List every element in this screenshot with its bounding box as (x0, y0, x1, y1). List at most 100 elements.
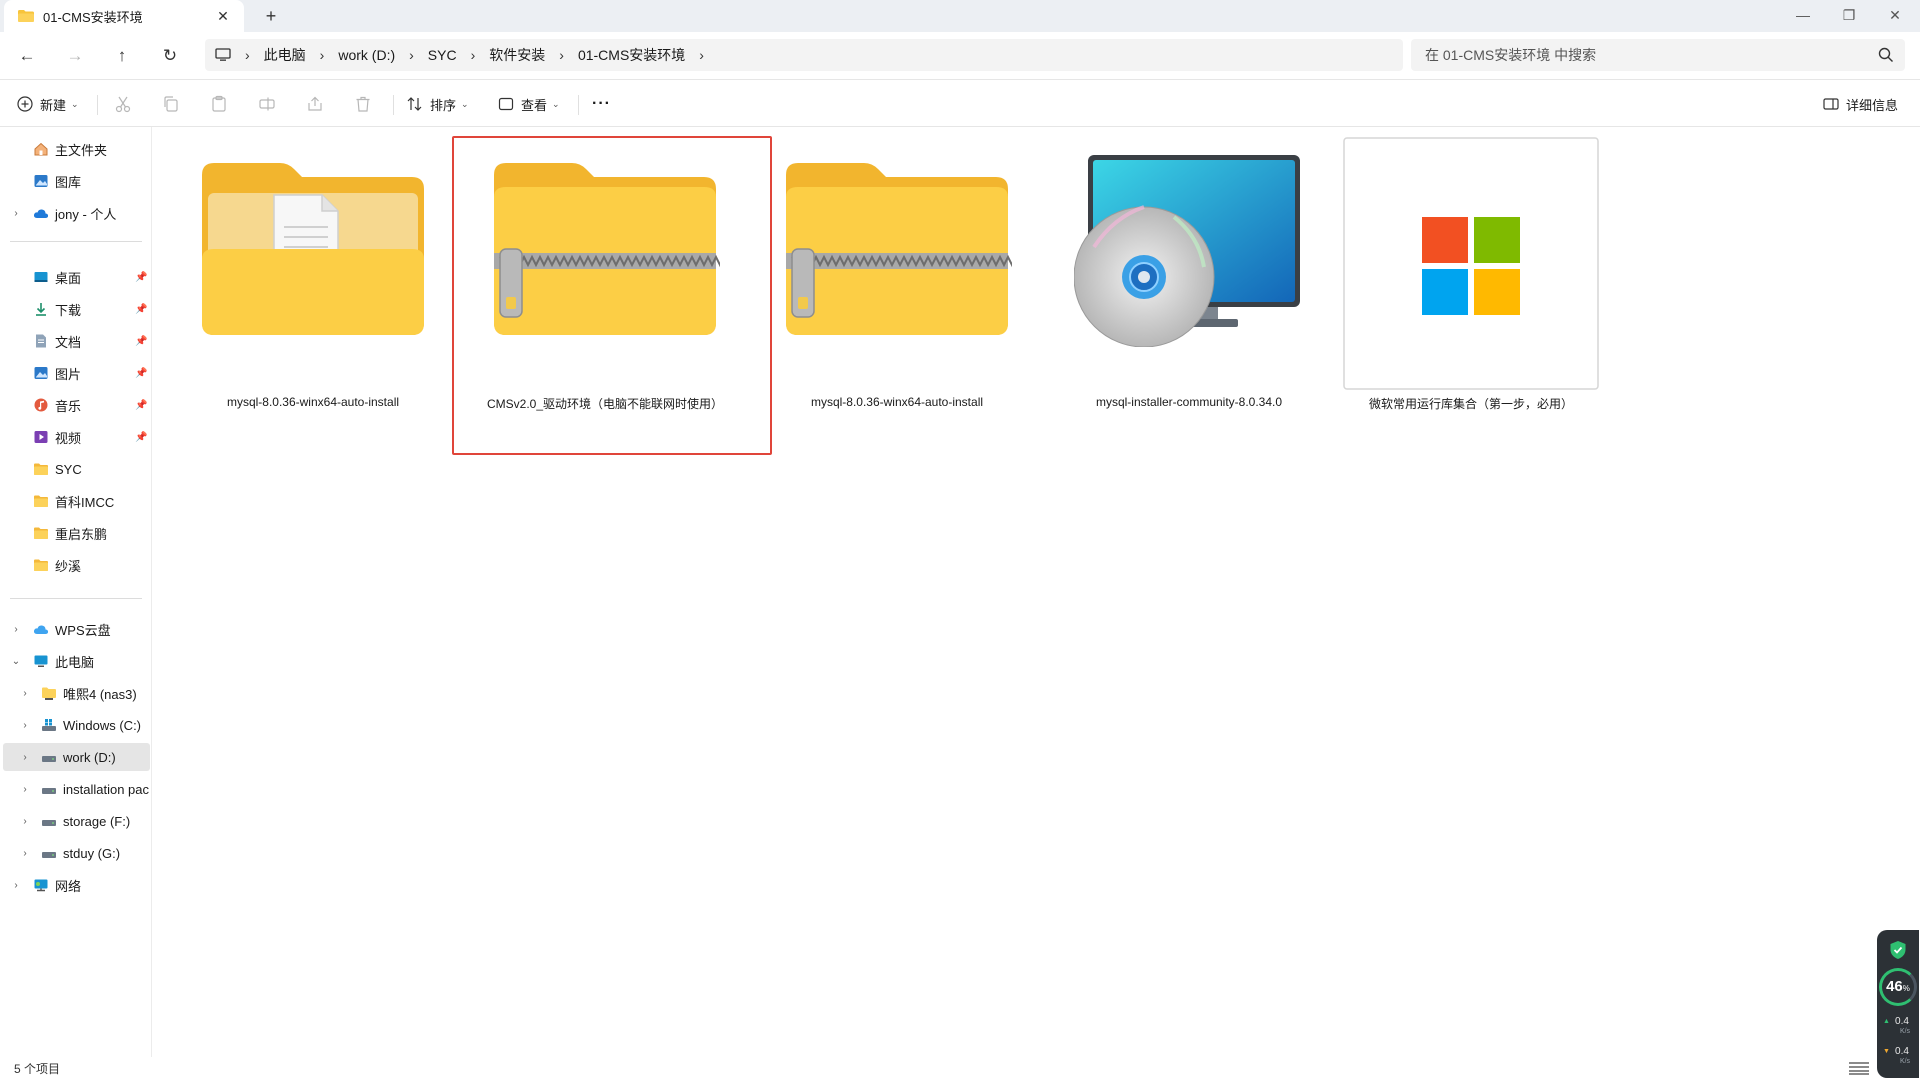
network-icon (34, 879, 48, 892)
sidebar-item-label: installation pac (63, 781, 149, 797)
sidebar-item-home[interactable]: 主文件夹 (0, 135, 152, 163)
sidebar-item-label: SYC (55, 461, 82, 477)
sidebar-item-label: jony - 个人 (55, 206, 117, 222)
navigation-pane: 主文件夹 图库 › jony - 个人 桌面 📌 下载 📌 文档 📌 图片 📌 … (0, 127, 152, 1057)
sidebar-item-this-pc[interactable]: ⌄ 此电脑 (0, 647, 152, 675)
chevron-right-icon[interactable]: › (409, 47, 414, 63)
search-input[interactable]: 在 01-CMS安装环境 中搜索 (1411, 39, 1905, 71)
breadcrumb-item[interactable]: SYC (428, 47, 457, 63)
pin-icon[interactable]: 📌 (135, 368, 147, 379)
breadcrumb-item[interactable]: 此电脑 (264, 45, 306, 65)
plus-circle-icon (17, 96, 33, 112)
download-unit: K/s (1899, 1058, 1911, 1065)
close-window-button[interactable]: ✕ (1872, 0, 1918, 32)
sidebar-item-music[interactable]: 音乐 📌 (0, 391, 152, 419)
rename-button[interactable] (258, 92, 282, 116)
desktop-icon (34, 272, 48, 282)
chevron-right-icon[interactable]: › (471, 47, 476, 63)
sidebar-item-nas3[interactable]: › 唯熙4 (nas3) (0, 679, 152, 707)
details-view-icon[interactable] (1848, 1061, 1870, 1075)
delete-button[interactable] (354, 92, 378, 116)
chevron-right-icon[interactable]: › (20, 848, 30, 859)
chevron-right-icon[interactable]: › (559, 47, 564, 63)
chevron-right-icon[interactable]: › (11, 208, 21, 219)
sidebar-item-wps-cloud[interactable]: › WPS云盘 (0, 615, 152, 643)
file-tile[interactable]: mysql-8.0.36-winx64-auto-install (185, 137, 441, 409)
sort-button[interactable]: 排序 ⌄ (406, 92, 469, 116)
sidebar-item-shaxi[interactable]: 纱溪 (0, 551, 152, 579)
pin-icon[interactable]: 📌 (135, 432, 147, 443)
sidebar-item-documents[interactable]: 文档 📌 (0, 327, 152, 355)
chevron-right-icon[interactable]: › (320, 47, 325, 63)
close-tab-icon[interactable]: ✕ (214, 7, 232, 25)
details-pane-icon (1823, 98, 1839, 110)
sidebar-item-label: 图库 (55, 174, 82, 190)
chevron-right-icon[interactable]: › (20, 752, 30, 763)
command-bar: 新建 ⌄ 排序 ⌄ 查看 ⌄ ··· 详细信息 (0, 81, 1920, 127)
sidebar-item-c-drive[interactable]: › Windows (C:) (0, 711, 152, 739)
details-button[interactable]: 详细信息 (1822, 92, 1898, 116)
upload-speed: 0.4 (1895, 1016, 1909, 1027)
sidebar-item-f-drive[interactable]: › storage (F:) (0, 807, 152, 835)
pin-icon[interactable]: 📌 (135, 336, 147, 347)
details-label: 详细信息 (1846, 97, 1899, 113)
sidebar-item-label: work (D:) (63, 749, 116, 765)
sidebar-item-onedrive[interactable]: › jony - 个人 (0, 199, 152, 227)
chevron-right-icon[interactable]: › (11, 624, 21, 635)
back-arrow-icon[interactable]: ← (15, 44, 39, 68)
file-name: 微软常用运行库集合（第一步，必用） (1368, 397, 1573, 411)
view-label: 查看 (521, 97, 548, 113)
more-options-button[interactable]: ··· (592, 92, 611, 116)
music-icon (34, 398, 48, 412)
view-button[interactable]: 查看 ⌄ (497, 92, 560, 116)
file-tile[interactable]: mysql-installer-community-8.0.34.0 (1061, 137, 1317, 409)
sidebar-item-desktop[interactable]: 桌面 📌 (0, 263, 152, 291)
new-button[interactable]: 新建 ⌄ (16, 92, 79, 116)
sidebar-item-g-drive[interactable]: › stduy (G:) (0, 839, 152, 867)
share-button[interactable] (306, 92, 330, 116)
breadcrumb-item[interactable]: 软件安装 (489, 45, 545, 65)
pin-icon[interactable]: 📌 (135, 272, 147, 283)
file-tile[interactable]: 微软常用运行库集合（第一步，必用） (1343, 137, 1599, 411)
sidebar-item-dongpeng[interactable]: 重启东鹏 (0, 519, 152, 547)
sidebar-item-videos[interactable]: 视频 📌 (0, 423, 152, 451)
chevron-right-icon[interactable]: › (20, 720, 30, 731)
sidebar-item-gallery[interactable]: 图库 (0, 167, 152, 195)
chevron-right-icon[interactable]: › (699, 47, 704, 63)
drive-icon (42, 788, 56, 794)
sidebar-item-network[interactable]: › 网络 (0, 871, 152, 899)
sidebar-item-label: 音乐 (55, 398, 82, 414)
up-arrow-icon[interactable]: ↑ (110, 44, 134, 68)
share-icon (308, 96, 322, 111)
chevron-right-icon[interactable]: › (20, 816, 30, 827)
network-speed-widget[interactable]: 46% ▲ 0.4 K/s ▼ 0.4 K/s (1877, 930, 1919, 1078)
maximize-button[interactable]: ❐ (1826, 0, 1872, 32)
refresh-icon[interactable]: ↻ (158, 44, 182, 68)
tab-title: 01-CMS安装环境 (43, 9, 143, 25)
chevron-right-icon[interactable]: › (20, 688, 30, 699)
breadcrumb-item[interactable]: 01-CMS安装环境 (578, 45, 685, 65)
address-row: ← → ↑ ↻ › 此电脑 › work (D:) › SYC › 软件安装 ›… (0, 32, 1920, 80)
cut-button[interactable] (114, 92, 138, 116)
chevron-down-icon[interactable]: ⌄ (11, 656, 21, 667)
sidebar-item-syc[interactable]: SYC (0, 455, 152, 483)
sidebar-item-downloads[interactable]: 下载 📌 (0, 295, 152, 323)
tab-active[interactable]: 01-CMS安装环境 ✕ (4, 0, 244, 32)
chevron-right-icon[interactable]: › (11, 880, 21, 891)
forward-arrow-icon[interactable]: → (63, 44, 87, 68)
file-tile[interactable]: mysql-8.0.36-winx64-auto-install (769, 137, 1025, 409)
minimize-button[interactable]: — (1780, 0, 1826, 32)
pin-icon[interactable]: 📌 (135, 304, 147, 315)
sidebar-item-imcc[interactable]: 首科IMCC (0, 487, 152, 515)
breadcrumb-item[interactable]: work (D:) (338, 47, 395, 63)
address-bar[interactable]: › 此电脑 › work (D:) › SYC › 软件安装 › 01-CMS安… (205, 39, 1403, 71)
new-tab-button[interactable]: + (260, 6, 282, 28)
chevron-right-icon[interactable]: › (20, 784, 30, 795)
sidebar-item-pictures[interactable]: 图片 📌 (0, 359, 152, 387)
copy-button[interactable] (162, 92, 186, 116)
sidebar-item-d-drive[interactable]: › work (D:) (3, 743, 150, 771)
sidebar-item-e-drive[interactable]: › installation pac (0, 775, 152, 803)
paste-button[interactable] (210, 92, 234, 116)
pin-icon[interactable]: 📌 (135, 400, 147, 411)
search-placeholder: 在 01-CMS安装环境 中搜索 (1425, 47, 1597, 63)
